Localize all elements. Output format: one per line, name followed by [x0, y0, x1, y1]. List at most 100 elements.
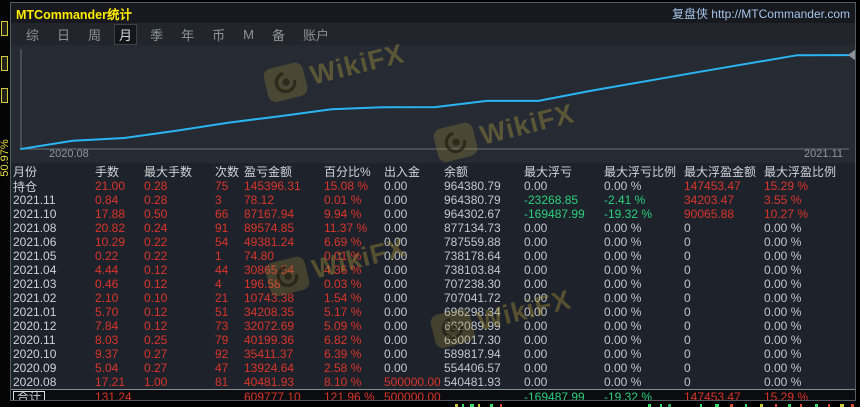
- table-row[interactable]: 2020.11 8.03 0.25 79 40199.36 6.82 % 0.00 63001…: [11, 333, 855, 347]
- cell: 17.21: [95, 375, 126, 389]
- cell: 0.00: [384, 207, 408, 221]
- cell: 0.00: [384, 347, 408, 361]
- cell: 0.01 %: [324, 249, 362, 263]
- cell: 0.12: [144, 319, 168, 333]
- cell: 0.00: [524, 235, 548, 249]
- cell: 4: [215, 277, 222, 291]
- cell: 0: [684, 249, 691, 263]
- cell: 0: [684, 221, 691, 235]
- table-row[interactable]: 持仓 21.00 0.28 75 145396.31 15.08 % 0.00 964380.…: [11, 179, 855, 194]
- cell: 9.37: [95, 347, 119, 361]
- header-cell: 出入金: [384, 164, 421, 179]
- cell: 2020.09: [13, 361, 57, 375]
- cell: 79: [215, 333, 229, 347]
- table-row[interactable]: 2021.05 0.22 0.22 1 74.80 0.01 % 0.00 738178.64…: [11, 249, 855, 263]
- menu-item-综[interactable]: 综: [21, 24, 44, 45]
- cell: 0.12: [144, 277, 168, 291]
- menu-item-M[interactable]: M: [238, 26, 259, 43]
- table-row[interactable]: 2020.08 17.21 1.00 81 40481.93 8.10 % 500000.0…: [11, 375, 855, 389]
- cell: 75: [215, 179, 229, 193]
- cell: 47: [215, 361, 229, 375]
- cell: 0.00 %: [764, 305, 802, 319]
- chart-canvas: [20, 49, 856, 150]
- table-row[interactable]: 2021.03 0.46 0.12 4 196.58 0.03 % 0.00 707238.3…: [11, 277, 855, 291]
- cell: 964302.67: [444, 207, 501, 221]
- cell: 0.00: [524, 277, 548, 291]
- cell: 0.00 %: [604, 361, 642, 375]
- menu-item-月[interactable]: 月: [114, 23, 138, 45]
- cell: 2021.01: [13, 305, 57, 319]
- cell: 5.04: [95, 361, 119, 375]
- cell: 0.03 %: [324, 277, 362, 291]
- cell: 89574.85: [244, 221, 295, 235]
- cell: 1.54 %: [324, 291, 362, 305]
- cell: 0.00 %: [604, 221, 642, 235]
- scroll-right-arrow-icon[interactable]: [848, 49, 856, 61]
- table-row[interactable]: 2020.09 5.04 0.27 47 13924.64 2.58 % 0.00 55440…: [11, 361, 855, 375]
- table-row[interactable]: 2021.02 2.10 0.10 21 10743.38 1.54 % 0.00 70704…: [11, 291, 855, 305]
- cell: 145396.31: [244, 179, 301, 193]
- header-cell: 余额: [444, 164, 469, 179]
- table-row[interactable]: 2021.08 20.82 0.24 91 89574.85 11.37 % 0.00 877…: [11, 221, 855, 235]
- cell: 500000.00: [384, 375, 441, 389]
- table-row[interactable]: 2020.12 7.84 0.12 73 32072.69 5.09 % 0.00 66208…: [11, 319, 855, 333]
- cell: 2021.04: [13, 263, 57, 277]
- cell: 2021.10: [13, 207, 57, 221]
- menu-item-季[interactable]: 季: [145, 24, 168, 45]
- total-row[interactable]: 合计 131.24 609777.10 121.96 % 500000.00 -16948…: [11, 389, 855, 400]
- cell: 147453.47: [684, 390, 741, 400]
- table-row[interactable]: 2021.10 17.88 0.50 66 87167.94 9.94 % 0.00 9643…: [11, 207, 855, 221]
- cell: 0.00: [384, 179, 408, 193]
- side-toolbar-button[interactable]: [1, 56, 8, 71]
- cell: 2.10: [95, 291, 119, 305]
- table-row[interactable]: 2021.04 4.44 0.12 44 30865.54 4.36 % 0.00 73810…: [11, 263, 855, 277]
- menu-item-币[interactable]: 币: [207, 24, 230, 45]
- cell: 500000.00: [384, 390, 441, 400]
- menu-item-备[interactable]: 备: [267, 24, 290, 45]
- table-row[interactable]: 2021.11 0.84 0.28 3 78.12 0.01 % 0.00 964380.79…: [11, 193, 855, 207]
- cell: 90065.88: [684, 207, 735, 221]
- cell: 0.00: [384, 263, 408, 277]
- cell: 0.00: [384, 235, 408, 249]
- cell: 964380.79: [444, 179, 501, 193]
- stats-table: 月份 手数 最大手数 次数 盈亏金额 百分比% 出入金 余额 最大浮亏 最大浮亏比例 最大浮盈金额最…: [11, 163, 855, 400]
- cell: 0.00: [384, 277, 408, 291]
- side-toolbar-button[interactable]: [1, 88, 8, 103]
- cell: 35411.37: [244, 347, 294, 361]
- cell: 2021.05: [13, 249, 57, 263]
- side-toolbar-button[interactable]: [1, 21, 8, 36]
- menu-item-日[interactable]: 日: [52, 24, 75, 45]
- table-row[interactable]: 2021.06 10.29 0.22 54 49381.24 6.69 % 0.00 7875…: [11, 235, 855, 249]
- cell: 4.36 %: [324, 263, 362, 277]
- app-title: MTCommander统计: [16, 7, 132, 22]
- cell: 2020.10: [13, 347, 57, 361]
- cell: 6.82 %: [324, 333, 362, 347]
- table-row[interactable]: 2021.01 5.70 0.12 51 34208.35 5.17 % 0.00 69629…: [11, 305, 855, 319]
- table-row[interactable]: 2020.10 9.37 0.27 92 35411.37 6.39 % 0.00 58981…: [11, 347, 855, 361]
- cell: 10.29: [95, 235, 126, 249]
- cell: 2021.06: [13, 235, 57, 249]
- brand-link[interactable]: 复盘侠 http://MTCommander.com: [672, 5, 850, 22]
- cell: 0.22: [95, 249, 119, 263]
- cell: 0.00: [524, 305, 548, 319]
- cell: 0.00 %: [604, 333, 642, 347]
- cell: 0.00 %: [764, 263, 802, 277]
- cell: 1: [215, 249, 222, 263]
- cell: 3.55 %: [764, 193, 802, 207]
- cell: 787559.88: [444, 235, 501, 249]
- header-cell: 次数: [215, 164, 240, 179]
- header-cell: 最大浮亏: [524, 164, 573, 179]
- menu-item-周[interactable]: 周: [83, 24, 106, 45]
- cell: 0.00: [524, 263, 548, 277]
- cell: 707238.30: [444, 277, 501, 291]
- menu-item-年[interactable]: 年: [176, 24, 199, 45]
- cell: 4.44: [95, 263, 119, 277]
- cell: 2020.08: [13, 375, 57, 389]
- cell: 0.00 %: [764, 375, 802, 389]
- header-cell: 最大手数: [144, 164, 193, 179]
- menu-item-账户[interactable]: 账户: [298, 24, 334, 45]
- cell: 0.12: [144, 263, 168, 277]
- cell: 74.80: [244, 249, 275, 263]
- cell: 147453.47: [684, 179, 741, 193]
- cell: 0.00: [524, 179, 548, 193]
